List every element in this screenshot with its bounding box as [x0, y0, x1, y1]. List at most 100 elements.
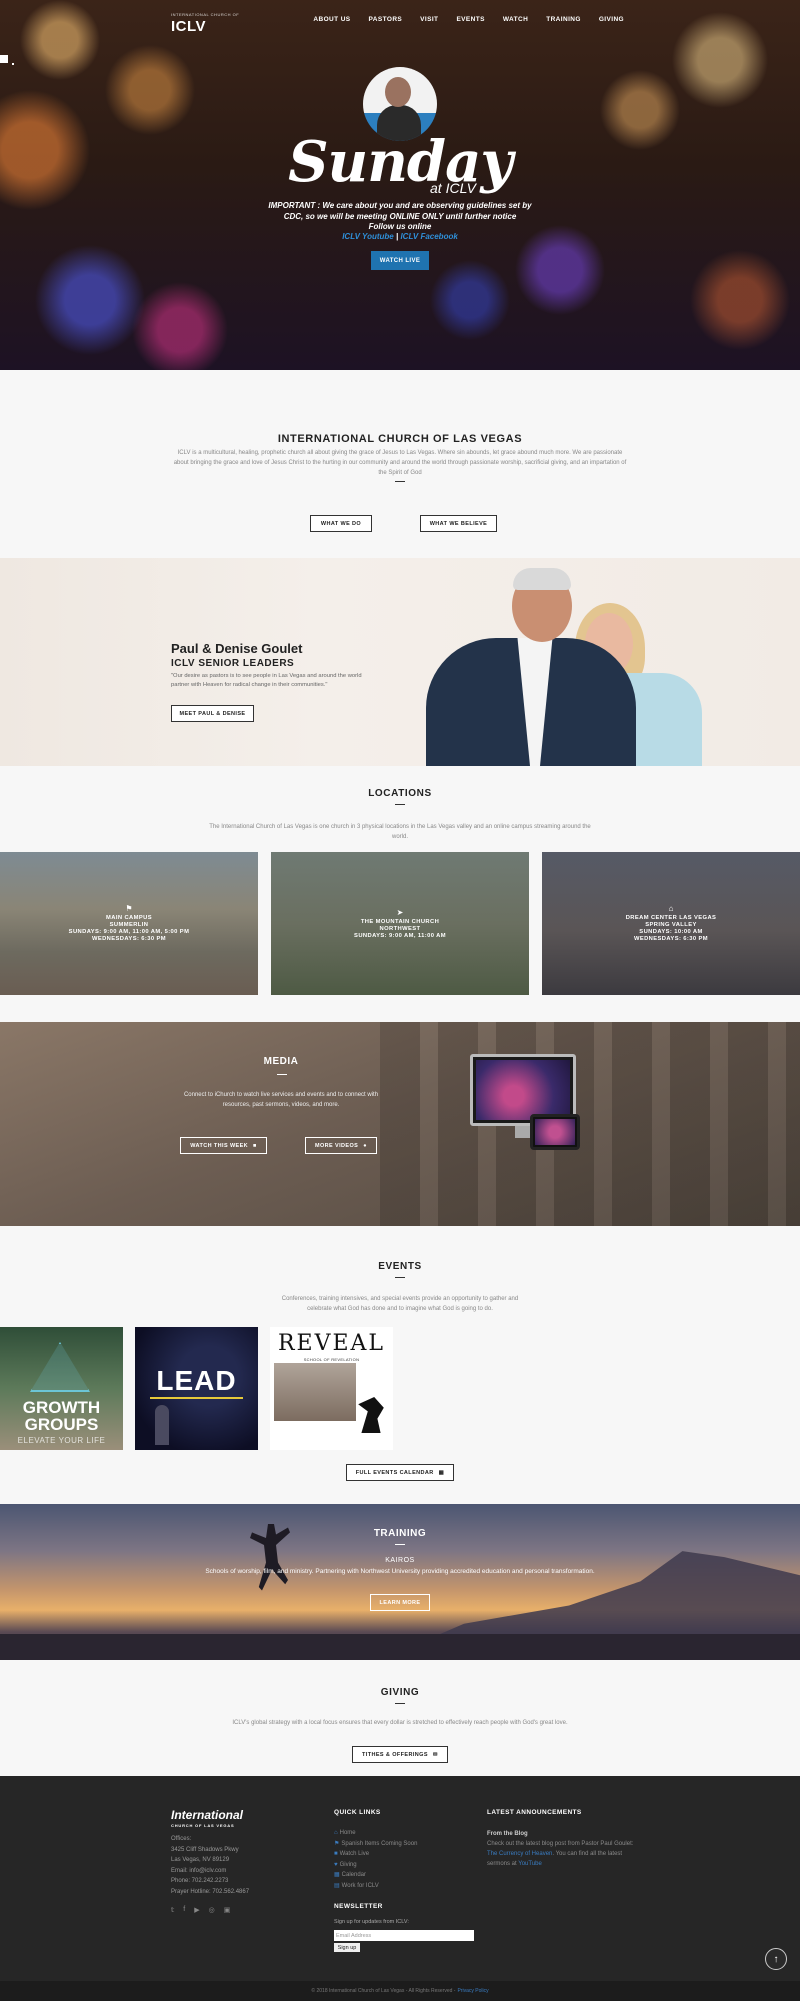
event-card-reveal[interactable]: REVEAL SCHOOL OF REVELATION	[270, 1327, 393, 1450]
announcement-blog-link[interactable]: The Currency of Heaven	[487, 1851, 552, 1857]
watch-live-button[interactable]: WATCH LIVE	[371, 251, 429, 270]
hero-section: INTERNATIONAL CHURCH OF ICLV ABOUT US PA…	[0, 0, 800, 370]
location-card-mountain-church[interactable]: ➤ THE MOUNTAIN CHURCH NORTHWEST SUNDAYS:…	[271, 852, 529, 995]
event-card-title: REVEAL	[277, 1331, 386, 1356]
full-events-calendar-button[interactable]: FULL EVENTS CALENDAR ▦	[346, 1464, 454, 1481]
avatar-head	[385, 77, 411, 107]
quick-link-work[interactable]: ▤ Work for ICLV	[334, 1881, 417, 1892]
location-wednesdays: WEDNESDAYS: 6:30 PM	[633, 936, 709, 942]
home-icon: ⌂	[334, 1830, 338, 1836]
quick-link-spanish[interactable]: ⚑ Spanish Items Coming Soon	[334, 1839, 417, 1850]
facebook-icon[interactable]: f	[183, 1906, 185, 1914]
vimeo-icon[interactable]: ▣	[224, 1906, 231, 1914]
what-we-do-button[interactable]: WHAT WE DO	[310, 515, 372, 532]
hero-title: Sunday	[288, 129, 513, 195]
event-card-lead[interactable]: LEAD	[135, 1327, 258, 1450]
site-logo[interactable]: INTERNATIONAL CHURCH OF ICLV	[171, 12, 239, 35]
nav-pastors[interactable]: PASTORS	[369, 16, 403, 23]
hero-subtitle: at ICLV	[430, 180, 476, 196]
quick-link-label: Giving	[339, 1861, 357, 1868]
footer-logo[interactable]: International CHURCH OF LAS VEGAS	[171, 1808, 243, 1828]
twitter-icon[interactable]: 𝕥	[171, 1906, 174, 1914]
facebook-link[interactable]: ICLV Facebook	[400, 232, 457, 241]
locations-title: LOCATIONS	[368, 788, 432, 799]
watch-this-week-button[interactable]: WATCH THIS WEEK ■	[180, 1137, 267, 1154]
event-card-growth-groups[interactable]: GROWTH GROUPS ELEVATE YOUR LIFE	[0, 1327, 123, 1450]
quick-link-giving[interactable]: ♥ Giving	[334, 1860, 417, 1871]
quick-link-label: Work for ICLV	[341, 1882, 379, 1889]
contact-email[interactable]: Email: info@iclv.com	[171, 1866, 249, 1877]
what-we-believe-button[interactable]: WHAT WE BELIEVE	[420, 515, 497, 532]
training-divider	[395, 1544, 405, 1545]
calendar-icon: ▦	[334, 1872, 340, 1878]
tithes-offerings-button[interactable]: TITHES & OFFERINGS ✉	[352, 1746, 448, 1763]
what-we-do-label: WHAT WE DO	[320, 520, 362, 527]
contact-phone[interactable]: Phone: 702.242.2273	[171, 1876, 249, 1887]
event-card-title: GROWTH GROUPS	[22, 1398, 101, 1434]
event-card-accent	[150, 1397, 243, 1399]
footer-contact: Offices: 3425 Cliff Shadows Pkwy Las Veg…	[171, 1834, 249, 1897]
location-sundays: SUNDAYS: 9:00 AM, 11:00 AM	[354, 932, 446, 939]
location-arrow-icon: ➤	[396, 907, 404, 917]
nav-giving[interactable]: GIVING	[599, 16, 624, 23]
announcement-youtube-link[interactable]: YouTube	[518, 1861, 542, 1867]
event-card-title: LEAD	[156, 1365, 237, 1396]
quick-link-calendar[interactable]: ▦ Calendar	[334, 1870, 417, 1881]
media-section: MEDIA Connect to iChurch to watch live s…	[0, 1022, 800, 1226]
contact-street: 3425 Cliff Shadows Pkwy	[171, 1846, 239, 1853]
more-videos-button[interactable]: MORE VIDEOS ●	[305, 1137, 377, 1154]
events-divider	[395, 1277, 405, 1278]
side-tab-marker[interactable]	[0, 55, 8, 63]
pastors-quote: "Our desire as pastors is to see people …	[171, 673, 362, 688]
media-text: Connect to iChurch to watch live service…	[183, 1092, 379, 1108]
nav-training[interactable]: TRAINING	[546, 16, 581, 23]
quick-link-watch-live[interactable]: ■ Watch Live	[334, 1849, 417, 1860]
hero-links: ICLV Youtube | ICLV Facebook	[0, 232, 800, 241]
privacy-policy-link[interactable]: Privacy Policy	[457, 1988, 488, 1994]
location-name: MAIN CAMPUS	[106, 915, 152, 921]
logo-text: ICLV	[171, 18, 207, 35]
location-name: THE MOUNTAIN CHURCH	[360, 918, 440, 925]
contact-offices: Offices:	[171, 1836, 192, 1842]
arrow-up-icon: ↑	[773, 1953, 779, 1965]
announcement-heading: From the Blog	[487, 1831, 528, 1837]
ground-background	[0, 1634, 800, 1660]
nav-events[interactable]: EVENTS	[456, 16, 484, 23]
location-card-dream-center[interactable]: ⌂ DREAM CENTER LAS VEGAS SPRING VALLEY S…	[542, 852, 800, 995]
location-wednesdays: WEDNESDAYS: 6:30 PM	[91, 936, 167, 942]
locations-text: The International Church of Las Vegas is…	[209, 824, 591, 840]
meet-pastors-button[interactable]: MEET PAUL & DENISE	[171, 705, 254, 722]
quick-link-home[interactable]: ⌂ Home	[334, 1828, 417, 1839]
pastors-name: Paul & Denise Goulet	[171, 641, 303, 656]
newsletter-email-input[interactable]: Email Address	[334, 1930, 474, 1941]
youtube-link[interactable]: ICLV Youtube	[342, 232, 394, 241]
newsletter-text: Sign up for updates from ICLV:	[334, 1919, 409, 1925]
scroll-to-top-button[interactable]: ↑	[765, 1948, 787, 1970]
video-camera-icon: ■	[253, 1142, 257, 1149]
instagram-icon[interactable]: ◎	[209, 1906, 215, 1914]
learn-more-button[interactable]: LEARN MORE	[370, 1594, 430, 1611]
contact-prayer-hotline[interactable]: Prayer Hotline: 702.562.4867	[171, 1887, 249, 1898]
nav-visit[interactable]: VISIT	[420, 16, 438, 23]
tithes-offerings-label: TITHES & OFFERINGS	[362, 1751, 428, 1758]
giving-text: ICLV's global strategy with a local focu…	[232, 1720, 568, 1726]
pastors-subtitle: ICLV SENIOR LEADERS	[171, 658, 295, 669]
more-videos-label: MORE VIDEOS	[315, 1142, 359, 1149]
nav-watch[interactable]: WATCH	[503, 16, 528, 23]
intro-text: ICLV is a multicultural, healing, prophe…	[173, 450, 627, 476]
locations-divider	[395, 804, 405, 805]
hero-notice: IMPORTANT : We care about you and are ob…	[0, 201, 800, 233]
newsletter-signup-button[interactable]: Sign up	[334, 1943, 360, 1952]
location-card-main-campus[interactable]: ⚑ MAIN CAMPUS SUMMERLIN SUNDAYS: 9:00 AM…	[0, 852, 258, 995]
pastors-photo-man-hair	[513, 568, 571, 590]
intro-title: INTERNATIONAL CHURCH OF LAS VEGAS	[277, 433, 523, 445]
notice-line-3: Follow us online	[368, 222, 432, 231]
events-text: Conferences, training intensives, and sp…	[281, 1296, 519, 1312]
nav-about-us[interactable]: ABOUT US	[313, 16, 350, 23]
training-section: TRAINING KAIROS Schools of worship, film…	[0, 1504, 800, 1660]
training-subtitle: KAIROS	[385, 1557, 415, 1564]
what-we-believe-label: WHAT WE BELIEVE	[429, 520, 488, 527]
copyright-text: © 2018 International Church of Las Vegas…	[311, 1988, 456, 1994]
youtube-icon[interactable]: ▶	[194, 1906, 199, 1914]
contact-city: Las Vegas, NV 89129	[171, 1857, 230, 1863]
